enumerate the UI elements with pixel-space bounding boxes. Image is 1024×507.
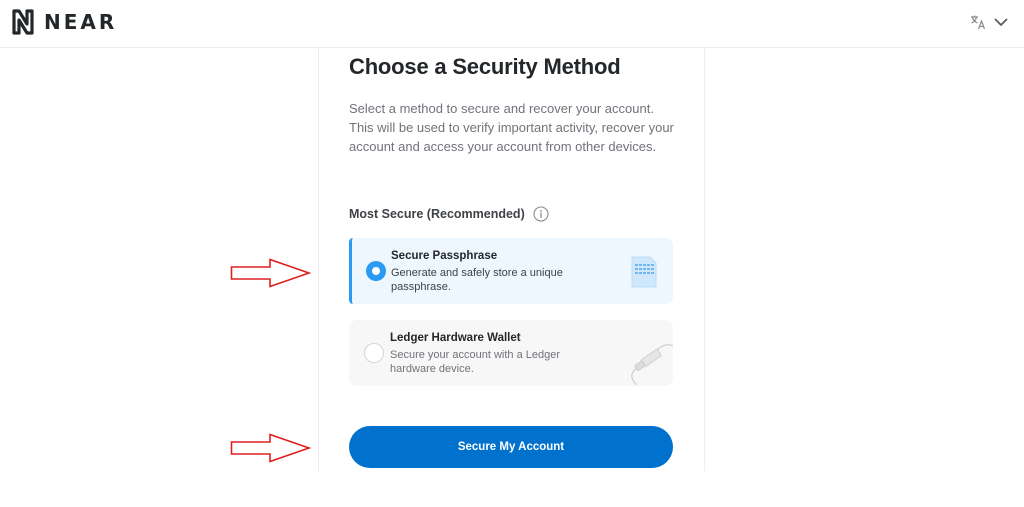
logo-text: NEAR xyxy=(44,10,118,34)
passphrase-document-icon xyxy=(630,255,658,294)
red-outline-arrow-icon xyxy=(230,258,312,288)
radio-unselected[interactable] xyxy=(364,343,384,363)
option-description: Generate and safely store a unique passp… xyxy=(391,267,563,293)
top-bar: NEAR xyxy=(0,0,1024,48)
page-description: Select a method to secure and recover yo… xyxy=(349,101,674,154)
language-selector[interactable] xyxy=(970,14,1008,30)
option-title: Secure Passphrase xyxy=(391,250,498,262)
chevron-down-icon xyxy=(994,18,1008,26)
page-title: Choose a Security Method xyxy=(349,54,621,79)
column-divider-left xyxy=(318,48,319,471)
info-icon[interactable] xyxy=(533,206,549,222)
section-label-text: Most Secure (Recommended) xyxy=(349,207,525,221)
radio-selected[interactable] xyxy=(366,261,386,281)
translate-icon xyxy=(971,15,986,30)
near-logo-icon xyxy=(12,9,34,35)
secure-my-account-button[interactable]: Secure My Account xyxy=(349,426,673,468)
option-secure-passphrase[interactable]: Secure Passphrase Generate and safely st… xyxy=(349,238,673,304)
section-label: Most Secure (Recommended) xyxy=(349,206,549,222)
option-title: Ledger Hardware Wallet xyxy=(390,332,521,344)
option-ledger-hardware-wallet[interactable]: Ledger Hardware Wallet Secure your accou… xyxy=(349,320,674,386)
option-description: Secure your account with a Ledger hardwa… xyxy=(390,349,560,375)
red-outline-arrow-icon xyxy=(230,433,312,463)
ledger-device-icon xyxy=(627,332,674,391)
column-divider-right xyxy=(704,48,705,471)
near-logo[interactable]: NEAR xyxy=(10,9,117,35)
